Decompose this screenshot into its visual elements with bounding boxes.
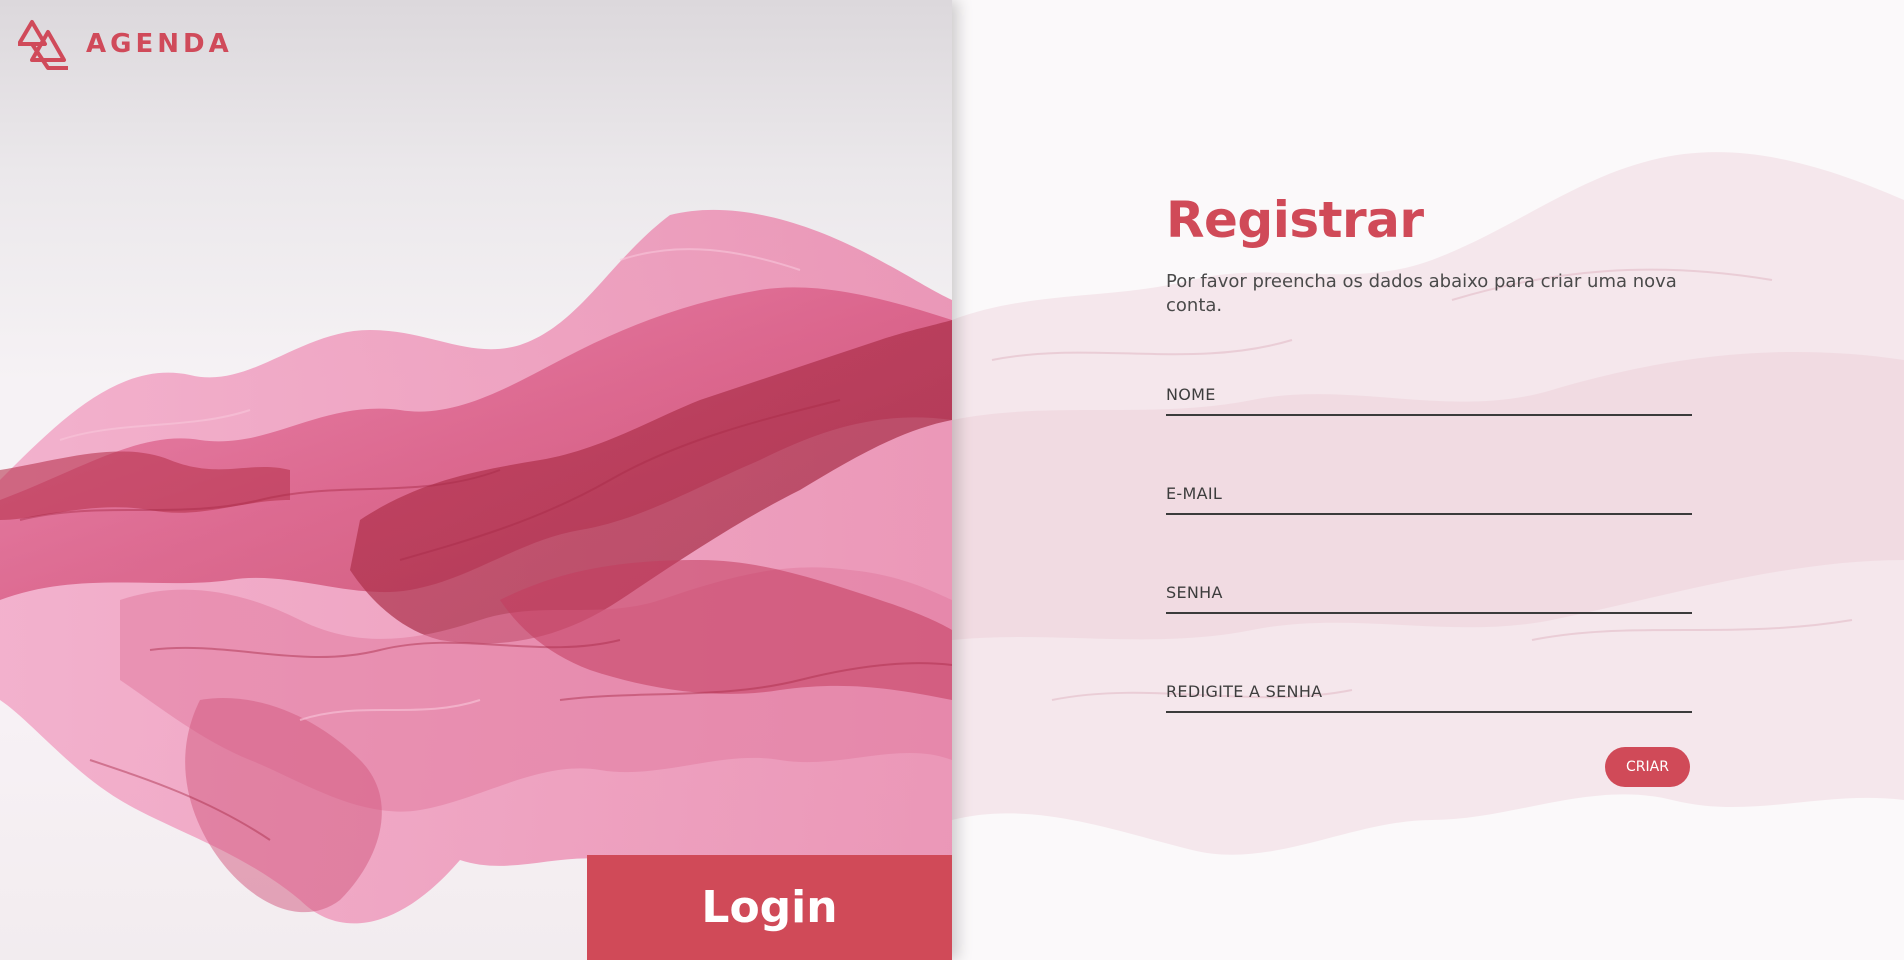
email-field-wrapper — [1166, 467, 1692, 519]
submit-row: CRIAR — [1166, 747, 1692, 789]
hero-panel: AGENDA Login — [0, 0, 952, 960]
confirm-password-field-wrapper — [1166, 665, 1692, 717]
password-input[interactable] — [1166, 566, 1692, 614]
brand-logo[interactable]: AGENDA — [18, 18, 233, 70]
create-account-button[interactable]: CRIAR — [1605, 747, 1690, 787]
register-form: Registrar Por favor preencha os dados ab… — [1166, 190, 1692, 789]
email-input[interactable] — [1166, 467, 1692, 515]
form-title: Registrar — [1166, 191, 1424, 249]
form-subtitle: Por favor preencha os dados abaixo para … — [1166, 271, 1677, 316]
silk-fabric-illustration — [0, 209, 952, 924]
password-field-wrapper — [1166, 566, 1692, 618]
login-button[interactable]: Login — [587, 855, 952, 960]
triangles-logo-icon — [18, 20, 68, 70]
register-page: AGENDA Login Registrar Por favor preench… — [0, 0, 1904, 960]
confirm-password-input[interactable] — [1166, 665, 1692, 713]
name-field-wrapper — [1166, 368, 1692, 420]
brand-name: AGENDA — [86, 29, 233, 59]
name-input[interactable] — [1166, 368, 1692, 416]
